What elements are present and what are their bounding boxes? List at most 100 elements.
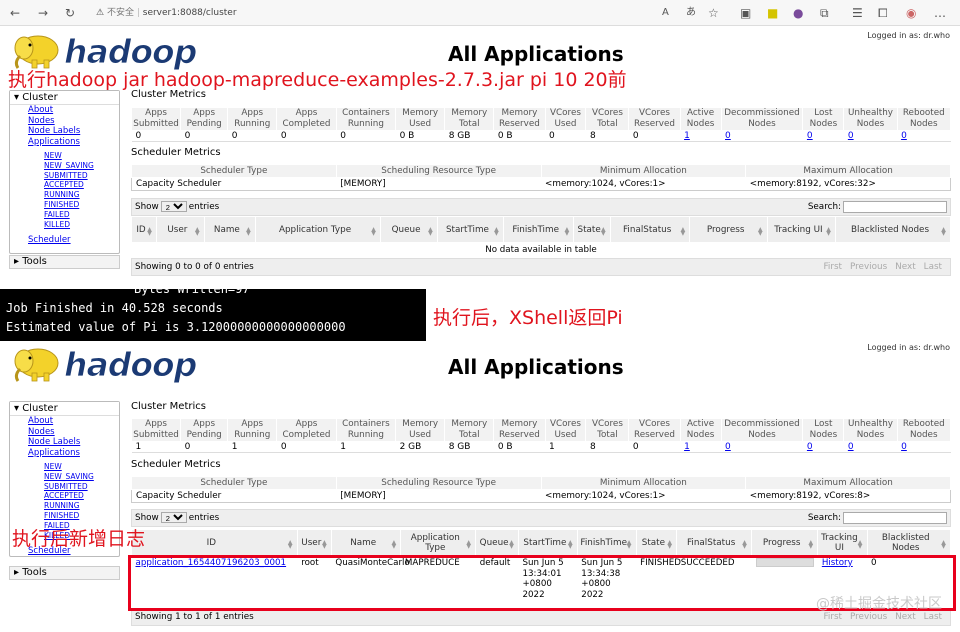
metric-value[interactable]: 0 bbox=[897, 441, 951, 453]
pager-first[interactable]: First bbox=[823, 262, 842, 272]
extension-icon[interactable]: ▣ bbox=[740, 6, 751, 20]
collections-icon[interactable]: ⧠ bbox=[878, 6, 888, 20]
more-icon[interactable]: … bbox=[934, 6, 946, 20]
pager-next[interactable]: Next bbox=[895, 262, 916, 272]
search-input[interactable] bbox=[843, 511, 947, 524]
nav-state-failed[interactable]: FAILED bbox=[10, 210, 119, 220]
metric-value[interactable]: 0 bbox=[897, 130, 951, 142]
metric-link[interactable]: 0 bbox=[848, 442, 854, 452]
column-header[interactable]: Application Type ▲▼ bbox=[254, 216, 382, 243]
favorite-icon[interactable]: ☆ bbox=[708, 6, 719, 20]
column-header[interactable]: Tracking UI ▲▼ bbox=[817, 529, 868, 556]
scheduler-value: Capacity Scheduler bbox=[136, 491, 222, 501]
sidebar-header-cluster[interactable]: ▾ Cluster bbox=[10, 402, 119, 416]
metric-value[interactable]: 0 bbox=[802, 130, 844, 142]
metric-value[interactable]: 1 bbox=[680, 130, 722, 142]
metric-link[interactable]: 0 bbox=[807, 131, 813, 141]
back-icon[interactable]: ← bbox=[10, 6, 20, 20]
nav-scheduler[interactable]: Scheduler bbox=[10, 235, 119, 250]
column-header[interactable]: Progress ▲▼ bbox=[751, 529, 819, 556]
column-header[interactable]: Blacklisted Nodes ▲▼ bbox=[866, 529, 951, 556]
column-header[interactable]: State ▲▼ bbox=[635, 529, 678, 556]
favorites-icon[interactable]: ☰ bbox=[852, 6, 863, 20]
pager-previous[interactable]: Previous bbox=[850, 612, 887, 622]
translate-icon[interactable]: あ bbox=[686, 6, 696, 20]
pager-next[interactable]: Next bbox=[895, 612, 916, 622]
column-header[interactable]: Application Type ▲▼ bbox=[400, 529, 477, 556]
metric-link[interactable]: 0 bbox=[848, 131, 854, 141]
page-size-select[interactable]: 20 bbox=[160, 201, 187, 212]
nav-node-labels[interactable]: Node Labels bbox=[10, 126, 119, 137]
column-header[interactable]: State ▲▼ bbox=[573, 216, 611, 243]
metric-link[interactable]: 0 bbox=[725, 442, 731, 452]
nav-state-submitted[interactable]: SUBMITTED bbox=[10, 482, 119, 492]
reload-icon[interactable]: ↻ bbox=[65, 6, 75, 20]
address-bar[interactable]: ⚠ 不安全 | server1:8088/cluster bbox=[96, 5, 237, 21]
sidebar-tools[interactable]: ▸ Tools bbox=[9, 566, 120, 580]
column-header[interactable]: ID ▲▼ bbox=[131, 529, 298, 556]
column-header[interactable]: StartTime ▲▼ bbox=[518, 529, 578, 556]
nav-applications[interactable]: Applications bbox=[10, 137, 119, 148]
metric-link[interactable]: 0 bbox=[725, 131, 731, 141]
sidebar-header-cluster[interactable]: ▾ Cluster bbox=[10, 91, 119, 105]
nav-state-new-saving[interactable]: NEW_SAVING bbox=[10, 472, 119, 482]
nav-nodes[interactable]: Nodes bbox=[10, 427, 119, 438]
column-header[interactable]: User ▲▼ bbox=[296, 529, 332, 556]
column-header[interactable]: Tracking UI ▲▼ bbox=[766, 216, 837, 243]
sidebar-tools[interactable]: ▸ Tools bbox=[9, 255, 120, 269]
metric-link[interactable]: 0 bbox=[901, 442, 907, 452]
column-header[interactable]: Name ▲▼ bbox=[203, 216, 256, 243]
column-header[interactable]: Queue ▲▼ bbox=[380, 216, 438, 243]
read-aloud-icon[interactable]: A bbox=[662, 6, 669, 20]
column-header[interactable]: FinalStatus ▲▼ bbox=[609, 216, 691, 243]
nav-about[interactable]: About bbox=[10, 105, 119, 116]
extensions-puzzle-icon[interactable]: ⧉ bbox=[820, 6, 829, 20]
nav-state-running[interactable]: RUNNING bbox=[10, 190, 119, 200]
nav-state-submitted[interactable]: SUBMITTED bbox=[10, 171, 119, 181]
forward-icon[interactable]: → bbox=[38, 6, 48, 20]
column-header[interactable]: Blacklisted Nodes ▲▼ bbox=[835, 216, 951, 243]
nav-applications[interactable]: Applications bbox=[10, 448, 119, 459]
nav-state-killed[interactable]: KILLED bbox=[10, 220, 119, 230]
avatar[interactable]: ◉ bbox=[906, 6, 916, 20]
column-header[interactable]: ID ▲▼ bbox=[130, 216, 158, 243]
nav-about[interactable]: About bbox=[10, 416, 119, 427]
sort-icon: ▲▼ bbox=[492, 225, 500, 234]
column-header[interactable]: Queue ▲▼ bbox=[475, 529, 519, 556]
nav-state-finished[interactable]: FINISHED bbox=[10, 511, 119, 521]
column-header[interactable]: User ▲▼ bbox=[156, 216, 205, 243]
extension-icon[interactable]: ■ bbox=[767, 6, 778, 20]
nav-state-accepted[interactable]: ACCEPTED bbox=[10, 180, 119, 190]
metric-value[interactable]: 0 bbox=[843, 441, 898, 453]
extension-icon[interactable]: ● bbox=[793, 6, 803, 20]
column-header[interactable]: StartTime ▲▼ bbox=[436, 216, 504, 243]
metric-link[interactable]: 0 bbox=[807, 442, 813, 452]
nav-state-new-saving[interactable]: NEW_SAVING bbox=[10, 161, 119, 171]
metric-link[interactable]: 0 bbox=[901, 131, 907, 141]
column-header[interactable]: FinishTime ▲▼ bbox=[502, 216, 575, 243]
metric-value[interactable]: 0 bbox=[721, 130, 803, 142]
search-input[interactable] bbox=[843, 200, 947, 213]
pager-last[interactable]: Last bbox=[924, 612, 942, 622]
nav-state-finished[interactable]: FINISHED bbox=[10, 200, 119, 210]
metric-link[interactable]: 1 bbox=[684, 442, 690, 452]
nav-node-labels[interactable]: Node Labels bbox=[10, 437, 119, 448]
nav-state-running[interactable]: RUNNING bbox=[10, 501, 119, 511]
nav-state-accepted[interactable]: ACCEPTED bbox=[10, 491, 119, 501]
nav-state-new[interactable]: NEW bbox=[10, 462, 119, 472]
metric-value[interactable]: 0 bbox=[721, 441, 803, 453]
metric-value[interactable]: 1 bbox=[680, 441, 722, 453]
metric-value[interactable]: 0 bbox=[843, 130, 898, 142]
pager-previous[interactable]: Previous bbox=[850, 262, 887, 272]
pager-first[interactable]: First bbox=[823, 612, 842, 622]
column-header[interactable]: FinalStatus ▲▼ bbox=[676, 529, 753, 556]
metric-link[interactable]: 1 bbox=[684, 131, 690, 141]
metric-value[interactable]: 0 bbox=[802, 441, 844, 453]
nav-state-new[interactable]: NEW bbox=[10, 151, 119, 161]
page-size-select[interactable]: 20 bbox=[160, 512, 187, 523]
pager-last[interactable]: Last bbox=[924, 262, 942, 272]
column-header[interactable]: FinishTime ▲▼ bbox=[576, 529, 637, 556]
nav-nodes[interactable]: Nodes bbox=[10, 116, 119, 127]
column-header[interactable]: Name ▲▼ bbox=[330, 529, 402, 556]
column-header[interactable]: Progress ▲▼ bbox=[689, 216, 768, 243]
